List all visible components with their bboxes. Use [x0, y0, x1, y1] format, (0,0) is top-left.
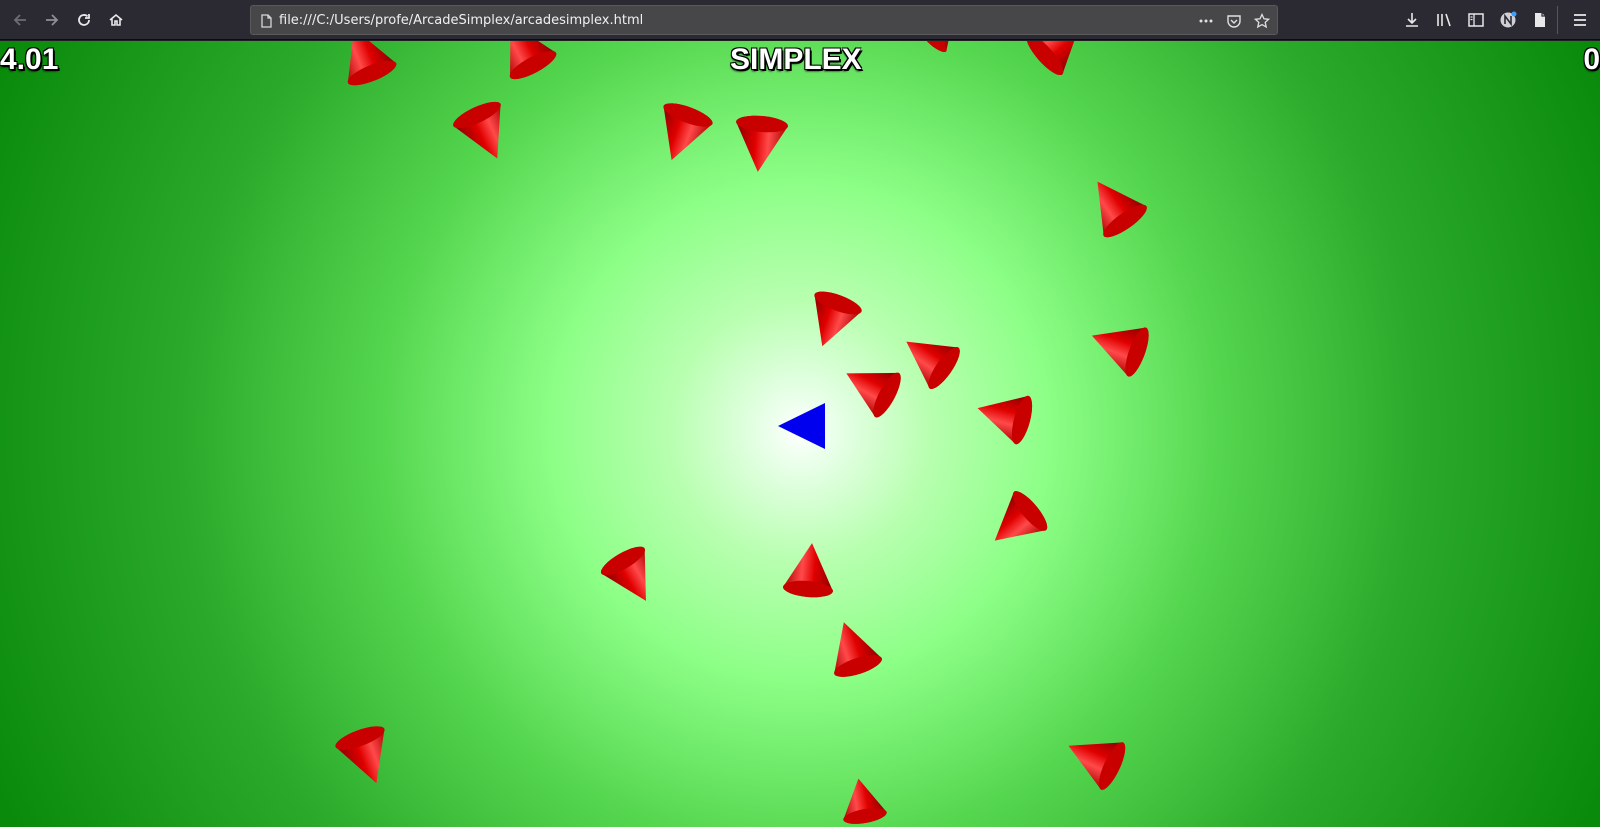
pocket-icon — [1227, 15, 1241, 28]
reader-button[interactable] — [1526, 6, 1554, 34]
forward-arrow-icon — [46, 14, 59, 26]
enemy-cone — [1097, 181, 1147, 238]
player-ship — [778, 403, 825, 449]
downloads-button[interactable] — [1398, 6, 1426, 34]
enemy-cone — [453, 101, 501, 159]
extension-button[interactable] — [1494, 6, 1522, 34]
enemy-cone — [335, 726, 385, 784]
game-scene — [335, 41, 1149, 824]
bookmark-button[interactable] — [1253, 12, 1271, 30]
reader-icon — [1535, 13, 1545, 27]
enemy-cone — [834, 622, 882, 677]
back-button[interactable] — [6, 6, 34, 34]
hud-score: 0 — [1583, 43, 1600, 76]
library-icon — [1437, 13, 1451, 27]
pocket-button[interactable] — [1225, 12, 1243, 30]
url-text: file:///C:/Users/profe/ArcadeSimplex/arc… — [279, 13, 644, 28]
enemy-cone — [1026, 41, 1081, 76]
menu-button[interactable] — [1566, 6, 1594, 34]
back-arrow-icon — [13, 14, 26, 26]
hud-time: 4.01 — [0, 43, 59, 76]
sidebar-icon — [1468, 13, 1484, 27]
library-button[interactable] — [1430, 6, 1458, 34]
enemy-cone — [921, 41, 954, 52]
url-bar[interactable]: file:///C:/Users/profe/ArcadeSimplex/arc… — [250, 5, 1278, 35]
enemy-cone — [843, 778, 887, 824]
more-dots-icon — [1199, 19, 1213, 23]
page-actions-button[interactable] — [1197, 12, 1215, 30]
enemy-cone — [347, 41, 397, 86]
enemy-cone — [1068, 742, 1126, 790]
forward-button[interactable] — [38, 6, 66, 34]
bookmark-star-icon — [1254, 13, 1270, 29]
downloads-icon — [1406, 13, 1418, 27]
extension-n-icon — [1500, 11, 1517, 28]
menu-hamburger-icon — [1574, 14, 1586, 26]
toolbar-divider — [1557, 6, 1558, 34]
game-canvas[interactable]: 4.01 SIMPLEX 0 — [0, 41, 1600, 827]
enemy-cone — [600, 546, 646, 601]
enemy-cone — [977, 395, 1033, 445]
enemy-cone — [783, 543, 833, 598]
page-icon — [257, 12, 275, 30]
sidebar-button[interactable] — [1462, 6, 1490, 34]
browser-toolbar: file:///C:/Users/profe/ArcadeSimplex/arc… — [0, 0, 1600, 40]
enemy-cone — [509, 41, 557, 80]
home-button[interactable] — [102, 6, 130, 34]
enemy-cone — [814, 291, 862, 347]
enemy-cone — [994, 491, 1048, 541]
home-icon — [109, 13, 123, 26]
enemy-cone — [736, 115, 788, 172]
enemy-cone — [846, 372, 901, 418]
reload-button[interactable] — [70, 6, 98, 34]
enemy-cone — [1091, 327, 1149, 377]
reload-icon — [78, 14, 90, 26]
enemy-cone — [663, 103, 713, 161]
hud-title: SIMPLEX — [730, 43, 862, 76]
enemy-cone — [906, 341, 960, 389]
